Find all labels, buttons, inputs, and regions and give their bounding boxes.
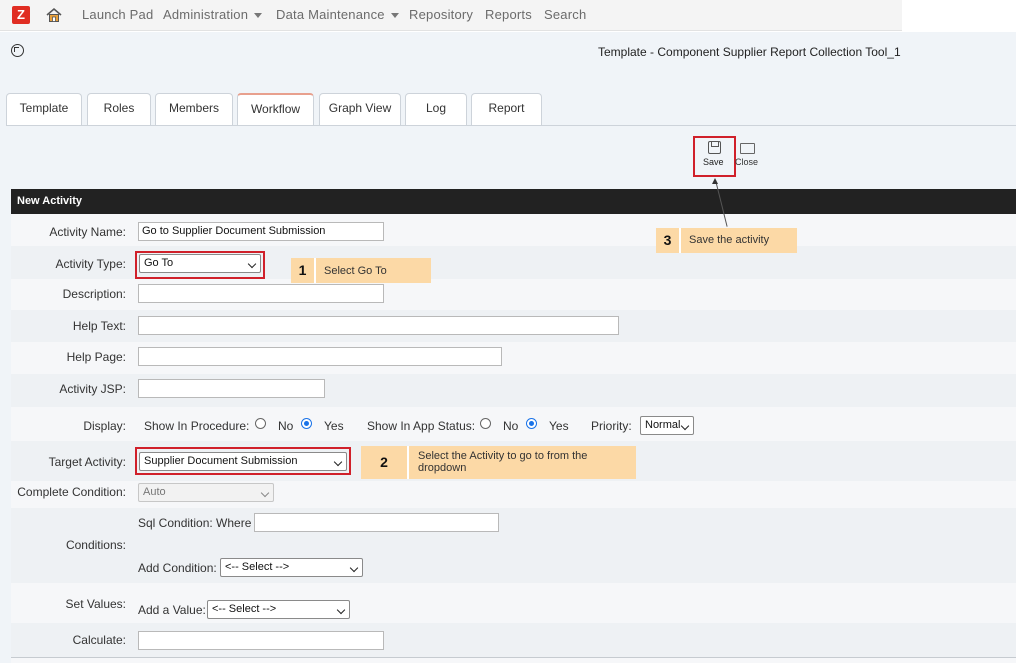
calculate-label: Calculate: — [72, 633, 126, 647]
callout-2-text: Select the Activity to go to from the dr… — [418, 450, 588, 474]
tab-log[interactable]: Log — [405, 93, 467, 125]
add-condition-label: Add Condition: — [138, 561, 217, 575]
target-activity-highlight — [135, 447, 351, 475]
close-icon[interactable] — [740, 143, 755, 154]
callout-2: 2 Select the Activity to go to from the … — [361, 446, 636, 479]
page-title: Template - Component Supplier Report Col… — [598, 45, 901, 59]
priority-label: Priority: — [591, 419, 632, 433]
chevron-down-icon — [390, 13, 399, 19]
help-text-label: Help Text: — [72, 319, 126, 333]
form-area — [11, 214, 1016, 663]
procedure-yes-radio[interactable] — [301, 418, 312, 429]
show-in-procedure-label: Show In Procedure: — [144, 419, 250, 433]
chevron-down-icon — [254, 13, 263, 19]
target-activity-label: Target Activity: — [48, 455, 126, 469]
nav-data-maintenance[interactable]: Data Maintenance — [276, 7, 399, 22]
home-icon[interactable] — [45, 6, 63, 24]
bottom-divider — [11, 657, 1016, 658]
priority-select[interactable]: Normal — [640, 416, 694, 435]
app-logo[interactable]: Z — [12, 6, 30, 24]
close-button[interactable]: Close — [735, 157, 758, 167]
procedure-yes-label: Yes — [324, 419, 344, 433]
help-page-input[interactable] — [138, 347, 502, 366]
description-label: Description: — [62, 287, 126, 301]
nav-search[interactable]: Search — [544, 7, 586, 22]
app-status-no-radio[interactable] — [480, 418, 491, 429]
set-values-label: Set Values: — [65, 597, 126, 611]
callout-3: 3 Save the activity — [656, 228, 797, 253]
activity-type-highlight — [135, 251, 265, 279]
tab-workflow[interactable]: Workflow — [237, 93, 314, 125]
activity-jsp-input[interactable] — [138, 379, 325, 398]
show-in-app-status-label: Show In App Status: — [367, 419, 476, 433]
add-value-label: Add a Value: — [138, 603, 206, 617]
procedure-no-radio[interactable] — [255, 418, 266, 429]
conditions-label: Conditions: — [65, 538, 126, 552]
callout-3-text: Save the activity — [689, 234, 770, 246]
procedure-no-label: No — [278, 419, 294, 433]
complete-condition-select: Auto — [138, 483, 274, 502]
callout-3-number: 3 — [656, 228, 681, 253]
activity-name-input[interactable]: Go to Supplier Document Submission — [138, 222, 384, 241]
tab-report[interactable]: Report — [471, 93, 542, 125]
back-icon[interactable] — [11, 44, 24, 57]
nav-administration-label: Administration — [163, 7, 249, 22]
callout-1-text: Select Go To — [324, 265, 387, 277]
app-status-yes-radio[interactable] — [526, 418, 537, 429]
top-nav: Z Launch Pad Administration Data Mainten… — [0, 0, 902, 31]
sql-condition-label: Sql Condition: Where — [138, 516, 252, 530]
callout-2-number: 2 — [361, 446, 409, 479]
add-value-select[interactable]: <-- Select --> — [207, 600, 350, 619]
help-page-label: Help Page: — [66, 350, 126, 364]
tab-template[interactable]: Template — [6, 93, 82, 125]
tab-members[interactable]: Members — [155, 93, 233, 125]
save-highlight — [693, 136, 736, 177]
complete-condition-label: Complete Condition: — [17, 485, 126, 499]
section-header: New Activity — [11, 189, 1016, 214]
nav-data-maintenance-label: Data Maintenance — [276, 7, 385, 22]
nav-repository[interactable]: Repository — [409, 7, 473, 22]
activity-type-label: Activity Type: — [55, 257, 126, 271]
callout-1-number: 1 — [291, 258, 316, 283]
calculate-input[interactable] — [138, 631, 384, 650]
description-input[interactable] — [138, 284, 384, 303]
help-text-input[interactable] — [138, 316, 619, 335]
nav-reports[interactable]: Reports — [485, 7, 532, 22]
add-condition-select[interactable]: <-- Select --> — [220, 558, 363, 577]
activity-name-label: Activity Name: — [49, 225, 126, 239]
nav-launch-pad[interactable]: Launch Pad — [82, 7, 153, 22]
activity-jsp-label: Activity JSP: — [59, 382, 126, 396]
tab-roles[interactable]: Roles — [87, 93, 151, 125]
app-status-yes-label: Yes — [549, 419, 569, 433]
tab-divider — [6, 125, 1016, 126]
sql-condition-input[interactable] — [254, 513, 499, 532]
callout-1: 1 Select Go To — [291, 258, 431, 283]
display-label: Display: — [83, 419, 126, 433]
nav-administration[interactable]: Administration — [163, 7, 263, 22]
tab-graph-view[interactable]: Graph View — [319, 93, 401, 125]
app-status-no-label: No — [503, 419, 519, 433]
arrow-head-icon — [712, 178, 718, 184]
